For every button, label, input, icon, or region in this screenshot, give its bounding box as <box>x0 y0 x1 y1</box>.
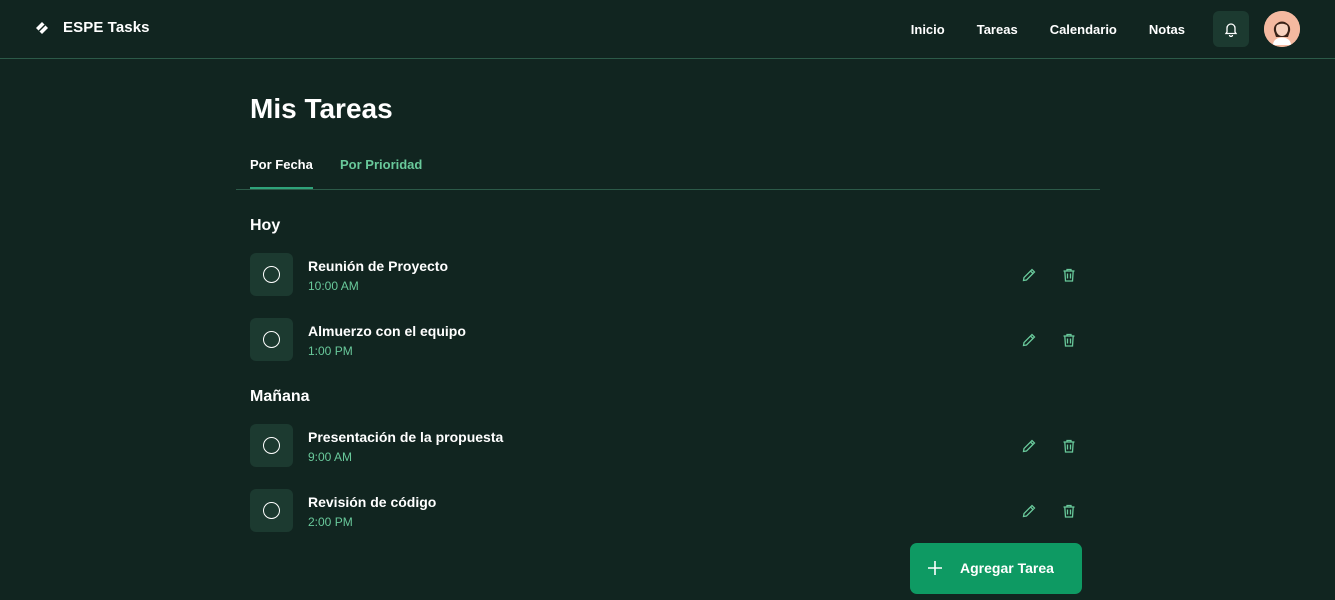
task-complete-toggle[interactable] <box>250 318 293 361</box>
circle-icon <box>263 266 280 283</box>
brand[interactable]: ESPE Tasks <box>35 19 150 36</box>
delete-task-button[interactable] <box>1059 265 1079 285</box>
task-time: 9:00 AM <box>308 450 353 464</box>
task-item: Revisión de código 2:00 PM <box>250 489 1086 533</box>
page-title: Mis Tareas <box>250 93 393 124</box>
circle-icon <box>263 502 280 519</box>
notifications-button[interactable] <box>1213 11 1249 47</box>
task-complete-toggle[interactable] <box>250 424 293 467</box>
section-title-manana: Mañana <box>250 388 310 405</box>
trash-icon <box>1063 268 1075 282</box>
logo-icon <box>36 21 48 34</box>
task-item: Almuerzo con el equipo 1:00 PM <box>250 318 1086 362</box>
task-title: Presentación de la propuesta <box>308 429 504 445</box>
task-complete-toggle[interactable] <box>250 253 293 296</box>
top-navigation-bar: ESPE Tasks Inicio Tareas Calendario Nota… <box>0 0 1335 59</box>
pencil-icon <box>1022 504 1036 518</box>
task-complete-toggle[interactable] <box>250 489 293 532</box>
nav-notas[interactable]: Notas <box>1149 22 1185 37</box>
add-task-button[interactable]: Agregar Tarea <box>910 543 1082 594</box>
circle-icon <box>263 331 280 348</box>
main-content: Mis Tareas Por Fecha Por Prioridad Hoy R… <box>236 59 1100 600</box>
task-item: Presentación de la propuesta 9:00 AM <box>250 424 1086 468</box>
tab-por-fecha[interactable]: Por Fecha <box>250 157 313 189</box>
task-title: Almuerzo con el equipo <box>308 323 466 339</box>
add-task-label: Agregar Tarea <box>960 560 1054 576</box>
tabs: Por Fecha Por Prioridad <box>236 149 1100 190</box>
task-title: Reunión de Proyecto <box>308 258 449 274</box>
main-nav: Inicio Tareas Calendario Notas <box>911 0 1185 59</box>
section-title-hoy: Hoy <box>250 217 281 234</box>
trash-icon <box>1063 504 1075 518</box>
plus-icon <box>928 561 942 575</box>
edit-task-button[interactable] <box>1019 436 1039 456</box>
user-avatar-image <box>1264 11 1300 47</box>
delete-task-button[interactable] <box>1059 330 1079 350</box>
nav-tareas[interactable]: Tareas <box>977 22 1018 37</box>
pencil-icon <box>1022 333 1036 347</box>
task-time: 1:00 PM <box>308 344 353 358</box>
task-title: Revisión de código <box>308 494 437 510</box>
edit-task-button[interactable] <box>1019 265 1039 285</box>
trash-icon <box>1063 439 1075 453</box>
task-item: Reunión de Proyecto 10:00 AM <box>250 253 1086 297</box>
pencil-icon <box>1022 439 1036 453</box>
edit-task-button[interactable] <box>1019 501 1039 521</box>
circle-icon <box>263 437 280 454</box>
task-time: 2:00 PM <box>308 515 353 529</box>
pencil-icon <box>1022 268 1036 282</box>
delete-task-button[interactable] <box>1059 436 1079 456</box>
delete-task-button[interactable] <box>1059 501 1079 521</box>
nav-calendario[interactable]: Calendario <box>1050 22 1117 37</box>
edit-task-button[interactable] <box>1019 330 1039 350</box>
tab-por-prioridad[interactable]: Por Prioridad <box>340 157 422 187</box>
task-time: 10:00 AM <box>308 279 359 293</box>
avatar[interactable] <box>1264 11 1300 47</box>
bell-icon <box>1224 23 1238 37</box>
brand-name: ESPE Tasks <box>63 19 150 36</box>
trash-icon <box>1063 333 1075 347</box>
nav-inicio[interactable]: Inicio <box>911 22 945 37</box>
